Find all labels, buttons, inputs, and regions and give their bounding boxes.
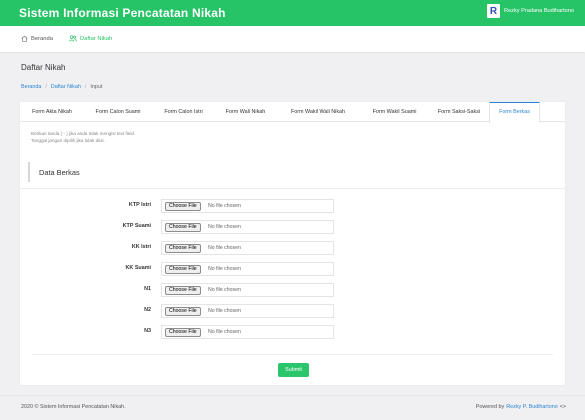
choose-file-button[interactable]: Choose File	[165, 328, 201, 337]
footer-credit: Powered by Rezky P. Budihartono <>	[476, 404, 566, 410]
section-title: Data Berkas	[39, 168, 80, 177]
form-row-kk-istri: KK Istri Choose File No file chosen	[20, 241, 565, 255]
divider	[32, 354, 553, 355]
field-label: N2	[144, 307, 151, 313]
home-icon	[21, 35, 28, 42]
file-status: No file chosen	[208, 266, 241, 272]
breadcrumb: Beranda / Daftar Nikah / Input	[21, 84, 102, 90]
file-status: No file chosen	[208, 245, 241, 251]
nav-item-label: Daftar Nikah	[80, 35, 113, 42]
app-title: Sistem Informasi Pencatatan Nikah	[19, 6, 226, 20]
form-row-kk-suami: KK Suami Choose File No file chosen	[20, 262, 565, 276]
file-status: No file chosen	[208, 224, 241, 230]
section-header: Data Berkas	[28, 162, 559, 182]
n3-file-input[interactable]: Choose File No file chosen	[161, 325, 334, 339]
field-label: N3	[144, 328, 151, 334]
submit-button[interactable]: Submit	[278, 363, 309, 377]
main-nav: Beranda Daftar Nikah	[0, 26, 585, 52]
choose-file-button[interactable]: Choose File	[165, 202, 201, 211]
ktp-suami-file-input[interactable]: Choose File No file chosen	[161, 220, 334, 234]
n1-file-input[interactable]: Choose File No file chosen	[161, 283, 334, 297]
kk-suami-file-input[interactable]: Choose File No file chosen	[161, 262, 334, 276]
note-line: Tanggal jangan dipilih jika tidak diisi.	[31, 138, 105, 143]
breadcrumb-separator: /	[84, 84, 87, 90]
form-tabs: Form Akta Nikah Form Calon Suami Form Ca…	[20, 102, 565, 123]
user-menu[interactable]: R Rezky Pradana Budihartono	[487, 4, 574, 18]
form-card: Form Akta Nikah Form Calon Suami Form Ca…	[19, 101, 566, 386]
field-label: KTP Istri	[128, 202, 151, 208]
ktp-istri-file-input[interactable]: Choose File No file chosen	[161, 199, 334, 213]
choose-file-button[interactable]: Choose File	[165, 286, 201, 295]
breadcrumb-beranda[interactable]: Beranda	[21, 84, 41, 90]
top-bar: Sistem Informasi Pencatatan Nikah R Rezk…	[0, 0, 585, 26]
kk-istri-file-input[interactable]: Choose File No file chosen	[161, 241, 334, 255]
users-icon	[69, 35, 77, 42]
nav-item-daftar-nikah[interactable]: Daftar Nikah	[69, 35, 112, 42]
field-label: KTP Suami	[122, 223, 151, 229]
tab-wakil-wali-nikah[interactable]: Form Wakil Wali Nikah	[276, 102, 360, 122]
tab-wakil-suami[interactable]: Form Wakil Suami	[360, 102, 429, 122]
footer-powered-by: Powered by	[475, 404, 505, 410]
field-label: KK Istri	[131, 244, 151, 250]
tab-berkas[interactable]: Form Berkas	[489, 102, 540, 123]
n2-file-input[interactable]: Choose File No file chosen	[161, 304, 334, 318]
breadcrumb-input: Input	[90, 84, 103, 90]
avatar[interactable]: R	[487, 4, 501, 18]
nav-item-label: Beranda	[31, 35, 53, 42]
footer: 2020 © Sistem Informasi Pencatatan Nikah…	[0, 395, 585, 420]
nav-item-beranda[interactable]: Beranda	[21, 35, 53, 42]
choose-file-button[interactable]: Choose File	[165, 307, 201, 316]
divider	[20, 188, 565, 189]
field-label: N1	[144, 286, 151, 292]
form-row-n2: N2 Choose File No file chosen	[20, 304, 565, 318]
file-status: No file chosen	[208, 203, 241, 209]
footer-author-link[interactable]: Rezky P. Budihartono	[506, 404, 557, 410]
user-name[interactable]: Rezky Pradana Budihartono	[504, 8, 574, 14]
file-status: No file chosen	[208, 329, 241, 335]
tab-akta-nikah[interactable]: Form Akta Nikah	[20, 102, 84, 122]
footer-copyright: 2020 © Sistem Informasi Pencatatan Nikah…	[21, 404, 126, 410]
form-row-ktp-suami: KTP Suami Choose File No file chosen	[20, 220, 565, 234]
choose-file-button[interactable]: Choose File	[165, 265, 201, 274]
form-row-n1: N1 Choose File No file chosen	[20, 283, 565, 297]
file-status: No file chosen	[208, 308, 241, 314]
choose-file-button[interactable]: Choose File	[165, 223, 201, 232]
form-row-ktp-istri: KTP Istri Choose File No file chosen	[20, 199, 565, 213]
code-icon: <>	[559, 404, 566, 410]
tab-calon-suami[interactable]: Form Calon Suami	[84, 102, 152, 122]
breadcrumb-separator: /	[45, 84, 47, 90]
form-row-n3: N3 Choose File No file chosen	[20, 325, 565, 339]
file-status: No file chosen	[208, 287, 241, 293]
breadcrumb-daftar-nikah[interactable]: Daftar Nikah	[51, 84, 81, 90]
field-label: KK Suami	[125, 265, 151, 271]
tab-saksi-saksi[interactable]: Form Saksi-Saksi	[429, 102, 489, 122]
tab-wali-nikah[interactable]: Form Wali Nikah	[215, 102, 276, 122]
page-title: Daftar Nikah	[21, 63, 66, 72]
tab-calon-istri[interactable]: Form Calon Istri	[152, 102, 215, 122]
choose-file-button[interactable]: Choose File	[165, 244, 201, 253]
note-line: Berikan tanda ( - ) jika anda tidak meng…	[31, 131, 136, 136]
form-note: Berikan tanda ( - ) jika anda tidak meng…	[31, 130, 135, 144]
